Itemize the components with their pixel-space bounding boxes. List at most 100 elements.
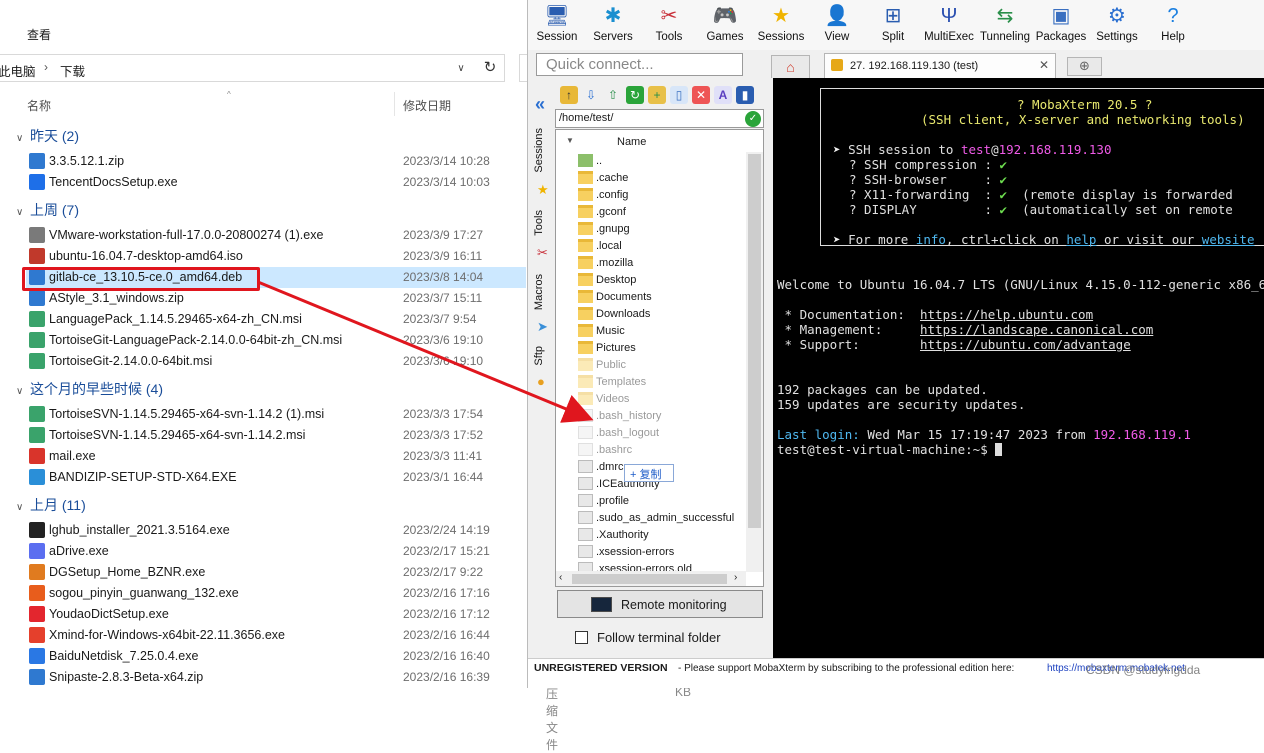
file-row[interactable]: DGSetup_Home_BZNR.exe 2023/2/17 9:22 [26,562,526,583]
tree-header[interactable]: ▼ Name [556,130,763,152]
group-header[interactable]: ∨ 昨天 (2) [16,126,79,148]
menu-view[interactable]: 查看 [27,26,51,43]
new-file-icon[interactable]: ▯ [670,86,688,104]
download-icon[interactable]: ⇩ [582,86,600,104]
column-divider[interactable] [394,92,395,116]
tree-folder-item[interactable]: .mozilla [578,255,748,272]
toolbar-settings-button[interactable]: ⚙ Settings [1089,0,1145,50]
breadcrumb-downloads[interactable]: 下载 [60,61,85,80]
toolbar-servers-button[interactable]: ✱ Servers [585,0,641,50]
permissions-icon[interactable]: ▮ [736,86,754,104]
tree-folder-item[interactable]: .config [578,187,748,204]
file-row[interactable]: aDrive.exe 2023/2/17 15:21 [26,541,526,562]
tree-folder-item[interactable]: .gnupg [578,221,748,238]
home-tab[interactable]: ⌂ [771,55,810,78]
file-row[interactable]: BANDIZIP-SETUP-STD-X64.EXE 2023/3/1 16:44 [26,467,526,488]
group-header[interactable]: ∨ 这个月的早些时候 (4) [16,379,163,401]
mgmt-url[interactable]: https://landscape.canonical.com [920,322,1153,337]
tree-file-item[interactable]: .Xauthority [578,527,748,544]
column-name[interactable]: 名称 [27,97,51,114]
quick-connect-input[interactable]: Quick connect... [536,53,743,76]
file-row[interactable]: LanguagePack_1.14.5.29465-x64-zh_CN.msi 2… [26,309,526,330]
toolbar-sessions-button[interactable]: ★ Sessions [753,0,809,50]
tree-folder-item[interactable]: Desktop [578,272,748,289]
delete-icon[interactable]: ✕ [692,86,710,104]
file-row[interactable]: TortoiseGit-2.14.0.0-64bit.msi 2023/3/6 1… [26,351,526,372]
website-link[interactable]: website [1202,232,1255,247]
hscroll-thumb[interactable] [572,574,727,584]
upload-icon[interactable]: ⇧ [604,86,622,104]
file-row[interactable]: YoudaoDictSetup.exe 2023/2/16 17:12 [26,604,526,625]
toolbar-tools-button[interactable]: ✂ Tools [641,0,697,50]
checkbox-icon[interactable] [575,631,588,644]
vertical-scrollbar[interactable] [746,152,763,572]
side-tab-sftp[interactable]: Sftp [533,346,553,366]
toolbar-tunneling-button[interactable]: ⇆ Tunneling [977,0,1033,50]
scroll-thumb[interactable] [748,154,761,528]
file-row[interactable]: ubuntu-16.04.7-desktop-amd64.iso 2023/3/9… [26,246,526,267]
toolbar-view-button[interactable]: 👤 View [809,0,865,50]
scroll-right-icon[interactable]: › [734,572,737,583]
scroll-left-icon[interactable]: ‹ [559,572,562,583]
prompt-line[interactable]: test@test-virtual-machine:~$ [777,442,1003,457]
toolbar-multiexec-button[interactable]: Ψ MultiExec [921,0,977,50]
tree-folder-item[interactable]: Downloads [578,306,748,323]
tree-file-item[interactable]: .xsession-errors [578,544,748,561]
toolbar-games-button[interactable]: 🎮 Games [697,0,753,50]
new-folder-icon[interactable]: + [648,86,666,104]
doc-url[interactable]: https://help.ubuntu.com [920,307,1093,322]
tree-folder-item[interactable]: .gconf [578,204,748,221]
tree-file-item[interactable]: .profile [578,493,748,510]
tree-folder-item[interactable]: .cache [578,170,748,187]
tree-file-item[interactable]: .sudo_as_admin_successful [578,510,748,527]
tree-folder-item[interactable]: Pictures [578,340,748,357]
file-row[interactable]: 3.3.5.12.1.zip 2023/3/14 10:28 [26,151,526,172]
side-tab-sessions[interactable]: Sessions [533,128,553,173]
group-header[interactable]: ∨ 上周 (7) [16,200,79,222]
file-row[interactable]: VMware-workstation-full-17.0.0-20800274 … [26,225,526,246]
remote-monitoring-button[interactable]: Remote monitoring [557,590,763,618]
tree-folder-item[interactable]: Music [578,323,748,340]
group-header[interactable]: ∨ 上月 (11) [16,495,86,517]
file-row[interactable]: sogou_pinyin_guanwang_132.exe 2023/2/16 1… [26,583,526,604]
side-tab-tools[interactable]: Tools [533,210,553,236]
file-row[interactable]: TortoiseSVN-1.14.5.29465-x64-svn-1.14.2.… [26,425,526,446]
column-modified[interactable]: 修改日期 [403,97,451,114]
tree-folder-item[interactable]: Documents [578,289,748,306]
chevron-down-icon[interactable]: ∨ [452,60,470,78]
close-icon[interactable]: ✕ [1039,58,1049,72]
tab-ssh-session[interactable]: 27. 192.168.119.130 (test) ✕ [824,53,1056,78]
toolbar-session-button[interactable]: 🖥 Session [529,0,585,50]
toolbar-packages-button[interactable]: ▣ Packages [1033,0,1089,50]
file-row[interactable]: lghub_installer_2021.3.5164.exe 2023/2/24… [26,520,526,541]
terminal[interactable]: ? MobaXterm 20.5 ? (SSH client, X-server… [773,78,1264,658]
file-row[interactable]: Snipaste-2.8.3-Beta-x64.zip 2023/2/16 16:… [26,667,526,688]
toolbar-help-button[interactable]: ? Help [1145,0,1201,50]
support-url[interactable]: https://ubuntu.com/advantage [920,337,1131,352]
file-row[interactable]: AStyle_3.1_windows.zip 2023/3/7 15:11 [26,288,526,309]
check-icon[interactable]: ✓ [745,111,761,127]
info-link[interactable]: info [916,232,946,247]
sftp-path-input[interactable]: /home/test/ ✓ [555,109,764,128]
address-bar[interactable]: 此电脑 › 下载 ∨ [0,54,505,82]
parent-folder-icon[interactable]: ↑ [560,86,578,104]
side-tab-macros[interactable]: Macros [533,274,553,310]
tree-file-item[interactable]: .. [578,153,748,170]
rename-icon[interactable]: A [714,86,732,104]
follow-terminal-checkbox[interactable]: Follow terminal folder [575,629,765,647]
file-row[interactable]: Xmind-for-Windows-x64bit-22.11.3656.exe 2… [26,625,526,646]
tree-folder-item[interactable]: .local [578,238,748,255]
breadcrumb-this-pc[interactable]: 此电脑 [0,61,36,80]
toolbar-split-button[interactable]: ⊞ Split [865,0,921,50]
collapse-panel-icon[interactable]: « [535,94,545,115]
help-link[interactable]: help [1066,232,1096,247]
refresh-icon[interactable]: ↻ [478,56,502,80]
horizontal-scrollbar[interactable]: ‹ › [556,571,746,586]
file-row[interactable]: TencentDocsSetup.exe 2023/3/14 10:03 [26,172,526,193]
file-row[interactable]: BaiduNetdisk_7.25.0.4.exe 2023/2/16 16:40 [26,646,526,667]
refresh-icon[interactable]: ↻ [626,86,644,104]
file-row[interactable]: TortoiseGit-LanguagePack-2.14.0.0-64bit-… [26,330,526,351]
file-row[interactable]: mail.exe 2023/3/3 11:41 [26,446,526,467]
new-tab-button[interactable]: ⊕ [1067,57,1102,76]
file-row[interactable]: TortoiseSVN-1.14.5.29465-x64-svn-1.14.2 … [26,404,526,425]
